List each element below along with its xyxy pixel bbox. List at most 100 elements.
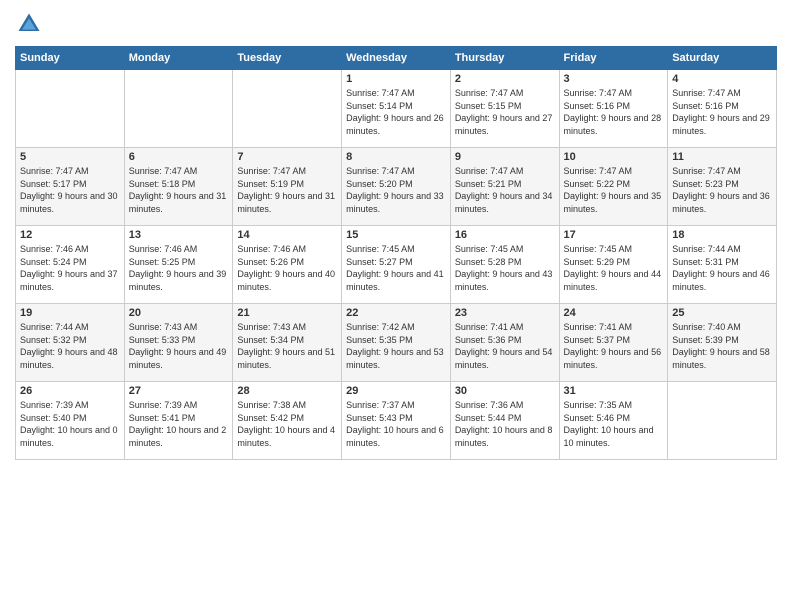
day-cell: 23 Sunrise: 7:41 AM Sunset: 5:36 PM Dayli… [450,304,559,382]
day-cell: 24 Sunrise: 7:41 AM Sunset: 5:37 PM Dayli… [559,304,668,382]
day-cell: 15 Sunrise: 7:45 AM Sunset: 5:27 PM Dayli… [342,226,451,304]
day-cell [124,70,233,148]
day-info: Sunrise: 7:36 AM Sunset: 5:44 PM Dayligh… [455,399,555,449]
day-number: 16 [455,229,555,241]
day-info: Sunrise: 7:47 AM Sunset: 5:17 PM Dayligh… [20,165,120,215]
day-number: 12 [20,229,120,241]
day-number: 7 [237,151,337,163]
day-info: Sunrise: 7:45 AM Sunset: 5:27 PM Dayligh… [346,243,446,293]
day-info: Sunrise: 7:42 AM Sunset: 5:35 PM Dayligh… [346,321,446,371]
day-cell: 12 Sunrise: 7:46 AM Sunset: 5:24 PM Dayli… [16,226,125,304]
day-cell: 26 Sunrise: 7:39 AM Sunset: 5:40 PM Dayli… [16,382,125,460]
day-cell: 28 Sunrise: 7:38 AM Sunset: 5:42 PM Dayli… [233,382,342,460]
day-cell: 21 Sunrise: 7:43 AM Sunset: 5:34 PM Dayli… [233,304,342,382]
day-info: Sunrise: 7:44 AM Sunset: 5:32 PM Dayligh… [20,321,120,371]
day-number: 5 [20,151,120,163]
day-info: Sunrise: 7:46 AM Sunset: 5:24 PM Dayligh… [20,243,120,293]
day-info: Sunrise: 7:40 AM Sunset: 5:39 PM Dayligh… [672,321,772,371]
day-number: 17 [564,229,664,241]
day-info: Sunrise: 7:39 AM Sunset: 5:41 PM Dayligh… [129,399,229,449]
day-number: 26 [20,385,120,397]
day-number: 27 [129,385,229,397]
day-number: 31 [564,385,664,397]
logo [15,10,47,38]
day-cell [16,70,125,148]
week-row-3: 12 Sunrise: 7:46 AM Sunset: 5:24 PM Dayli… [16,226,777,304]
weekday-wednesday: Wednesday [342,47,451,70]
day-cell: 14 Sunrise: 7:46 AM Sunset: 5:26 PM Dayli… [233,226,342,304]
day-cell [233,70,342,148]
weekday-tuesday: Tuesday [233,47,342,70]
day-number: 13 [129,229,229,241]
day-cell: 30 Sunrise: 7:36 AM Sunset: 5:44 PM Dayli… [450,382,559,460]
day-number: 2 [455,73,555,85]
day-info: Sunrise: 7:43 AM Sunset: 5:33 PM Dayligh… [129,321,229,371]
day-cell: 4Sunrise: 7:47 AM Sunset: 5:16 PM Daylig… [668,70,777,148]
day-number: 14 [237,229,337,241]
header [15,10,777,38]
day-number: 11 [672,151,772,163]
day-cell: 3Sunrise: 7:47 AM Sunset: 5:16 PM Daylig… [559,70,668,148]
day-cell: 2Sunrise: 7:47 AM Sunset: 5:15 PM Daylig… [450,70,559,148]
day-info: Sunrise: 7:47 AM Sunset: 5:22 PM Dayligh… [564,165,664,215]
day-cell: 25 Sunrise: 7:40 AM Sunset: 5:39 PM Dayli… [668,304,777,382]
day-number: 3 [564,73,664,85]
day-number: 21 [237,307,337,319]
day-cell: 22 Sunrise: 7:42 AM Sunset: 5:35 PM Dayli… [342,304,451,382]
day-info: Sunrise: 7:47 AM Sunset: 5:20 PM Dayligh… [346,165,446,215]
day-info: Sunrise: 7:46 AM Sunset: 5:25 PM Dayligh… [129,243,229,293]
day-number: 18 [672,229,772,241]
day-cell: 27 Sunrise: 7:39 AM Sunset: 5:41 PM Dayli… [124,382,233,460]
day-number: 4 [672,73,772,85]
day-info: Sunrise: 7:45 AM Sunset: 5:28 PM Dayligh… [455,243,555,293]
day-info: Sunrise: 7:46 AM Sunset: 5:26 PM Dayligh… [237,243,337,293]
day-info: Sunrise: 7:41 AM Sunset: 5:37 PM Dayligh… [564,321,664,371]
day-number: 30 [455,385,555,397]
week-row-5: 26 Sunrise: 7:39 AM Sunset: 5:40 PM Dayli… [16,382,777,460]
day-info: Sunrise: 7:39 AM Sunset: 5:40 PM Dayligh… [20,399,120,449]
day-number: 15 [346,229,446,241]
day-number: 29 [346,385,446,397]
day-info: Sunrise: 7:47 AM Sunset: 5:23 PM Dayligh… [672,165,772,215]
day-number: 10 [564,151,664,163]
weekday-monday: Monday [124,47,233,70]
day-info: Sunrise: 7:37 AM Sunset: 5:43 PM Dayligh… [346,399,446,449]
day-info: Sunrise: 7:43 AM Sunset: 5:34 PM Dayligh… [237,321,337,371]
day-cell: 20 Sunrise: 7:43 AM Sunset: 5:33 PM Dayli… [124,304,233,382]
day-number: 6 [129,151,229,163]
day-cell: 10 Sunrise: 7:47 AM Sunset: 5:22 PM Dayli… [559,148,668,226]
calendar: SundayMondayTuesdayWednesdayThursdayFrid… [15,46,777,460]
week-row-4: 19 Sunrise: 7:44 AM Sunset: 5:32 PM Dayli… [16,304,777,382]
day-number: 19 [20,307,120,319]
day-info: Sunrise: 7:41 AM Sunset: 5:36 PM Dayligh… [455,321,555,371]
day-info: Sunrise: 7:47 AM Sunset: 5:19 PM Dayligh… [237,165,337,215]
day-cell: 5 Sunrise: 7:47 AM Sunset: 5:17 PM Daylig… [16,148,125,226]
day-number: 8 [346,151,446,163]
day-number: 20 [129,307,229,319]
day-number: 1 [346,73,446,85]
day-number: 9 [455,151,555,163]
weekday-header-row: SundayMondayTuesdayWednesdayThursdayFrid… [16,47,777,70]
day-cell: 13 Sunrise: 7:46 AM Sunset: 5:25 PM Dayli… [124,226,233,304]
week-row-1: 1 Sunrise: 7:47 AM Sunset: 5:14 PM Daylig… [16,70,777,148]
day-number: 25 [672,307,772,319]
day-number: 22 [346,307,446,319]
day-cell [668,382,777,460]
weekday-friday: Friday [559,47,668,70]
logo-icon [15,10,43,38]
day-cell: 7 Sunrise: 7:47 AM Sunset: 5:19 PM Daylig… [233,148,342,226]
day-cell: 9Sunrise: 7:47 AM Sunset: 5:21 PM Daylig… [450,148,559,226]
weekday-thursday: Thursday [450,47,559,70]
day-cell: 6Sunrise: 7:47 AM Sunset: 5:18 PM Daylig… [124,148,233,226]
day-cell: 19 Sunrise: 7:44 AM Sunset: 5:32 PM Dayli… [16,304,125,382]
day-info: Sunrise: 7:38 AM Sunset: 5:42 PM Dayligh… [237,399,337,449]
day-cell: 18Sunrise: 7:44 AM Sunset: 5:31 PM Dayli… [668,226,777,304]
week-row-2: 5 Sunrise: 7:47 AM Sunset: 5:17 PM Daylig… [16,148,777,226]
day-info: Sunrise: 7:45 AM Sunset: 5:29 PM Dayligh… [564,243,664,293]
day-info: Sunrise: 7:35 AM Sunset: 5:46 PM Dayligh… [564,399,664,449]
day-cell: 17 Sunrise: 7:45 AM Sunset: 5:29 PM Dayli… [559,226,668,304]
day-info: Sunrise: 7:47 AM Sunset: 5:14 PM Dayligh… [346,87,446,137]
day-number: 24 [564,307,664,319]
day-number: 23 [455,307,555,319]
day-number: 28 [237,385,337,397]
